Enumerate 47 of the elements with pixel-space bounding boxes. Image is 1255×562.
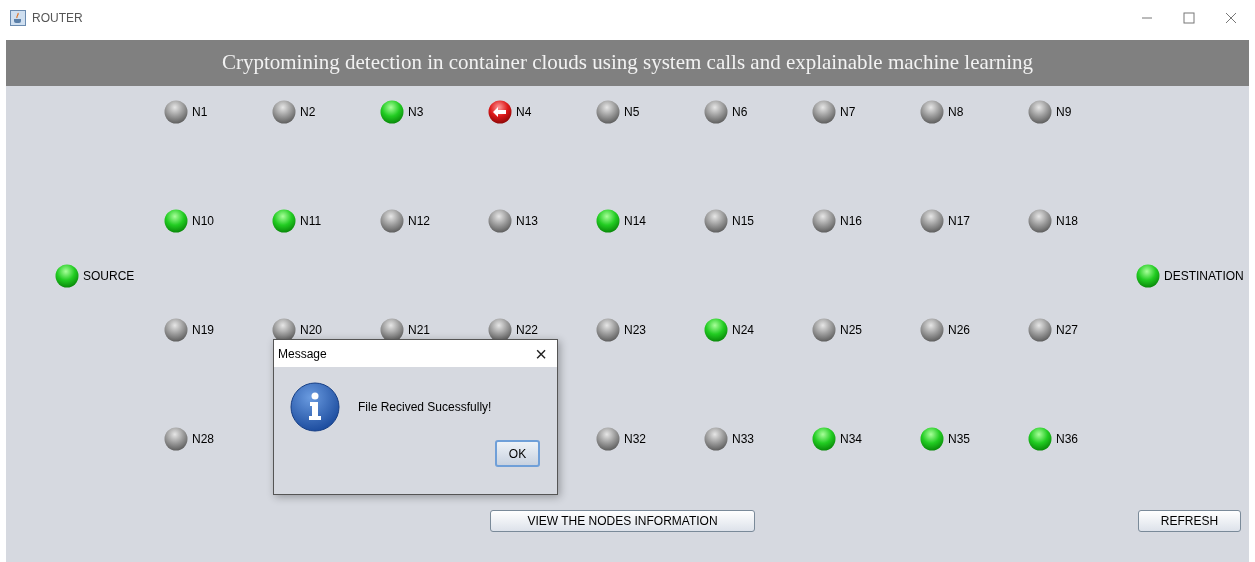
node-label: DESTINATION xyxy=(1164,267,1244,285)
refresh-button[interactable]: REFRESH xyxy=(1138,510,1241,532)
node-label: N17 xyxy=(948,213,970,230)
view-nodes-button[interactable]: VIEW THE NODES INFORMATION xyxy=(490,510,755,532)
node-label: N27 xyxy=(1056,322,1078,339)
dialog-title: Message xyxy=(278,345,327,363)
node-label: N16 xyxy=(840,213,862,230)
node-label: N11 xyxy=(300,213,322,230)
node-label: N15 xyxy=(732,213,754,230)
maximize-icon[interactable] xyxy=(1183,12,1195,24)
node-label: N2 xyxy=(300,104,316,121)
node-label: N21 xyxy=(408,322,430,339)
window-title: ROUTER xyxy=(32,10,83,27)
close-icon[interactable] xyxy=(1225,12,1237,24)
node-label: N12 xyxy=(408,213,430,230)
node-label: N9 xyxy=(1056,104,1072,121)
node-label: N28 xyxy=(192,431,214,448)
node-label: N25 xyxy=(840,322,862,339)
node-label: N24 xyxy=(732,322,754,339)
node-label: N7 xyxy=(840,104,856,121)
node-label: N19 xyxy=(192,322,214,339)
node-label: N35 xyxy=(948,431,970,448)
node-label: N36 xyxy=(1056,431,1078,448)
node-label: N3 xyxy=(408,104,424,121)
node-label: N13 xyxy=(516,213,538,230)
node-label: N20 xyxy=(300,322,322,339)
node-label: N26 xyxy=(948,322,970,339)
node-label: N34 xyxy=(840,431,862,448)
node-label: N18 xyxy=(1056,213,1078,230)
ok-button[interactable]: OK xyxy=(495,440,540,467)
node-label: N4 xyxy=(516,104,532,121)
node-label: N32 xyxy=(624,431,646,448)
node-label: N10 xyxy=(192,213,214,230)
coffee-cup-icon xyxy=(10,10,26,26)
node-label: N23 xyxy=(624,322,646,339)
node-label: N22 xyxy=(516,322,538,339)
node-label: N33 xyxy=(732,431,754,448)
node-label: N14 xyxy=(624,213,646,230)
node-label: N6 xyxy=(732,104,748,121)
info-icon xyxy=(290,382,340,432)
node-label: N8 xyxy=(948,104,964,121)
dialog-message: File Recived Sucessfully! xyxy=(358,399,492,416)
node-label: SOURCE xyxy=(83,267,135,285)
node-label: N5 xyxy=(624,104,640,121)
node-label: N1 xyxy=(192,104,208,121)
dialog-close-button[interactable]: × xyxy=(529,343,553,364)
app-title: Cryptomining detection in container clouds using system calls and explainable machine learning xyxy=(221,49,1034,77)
